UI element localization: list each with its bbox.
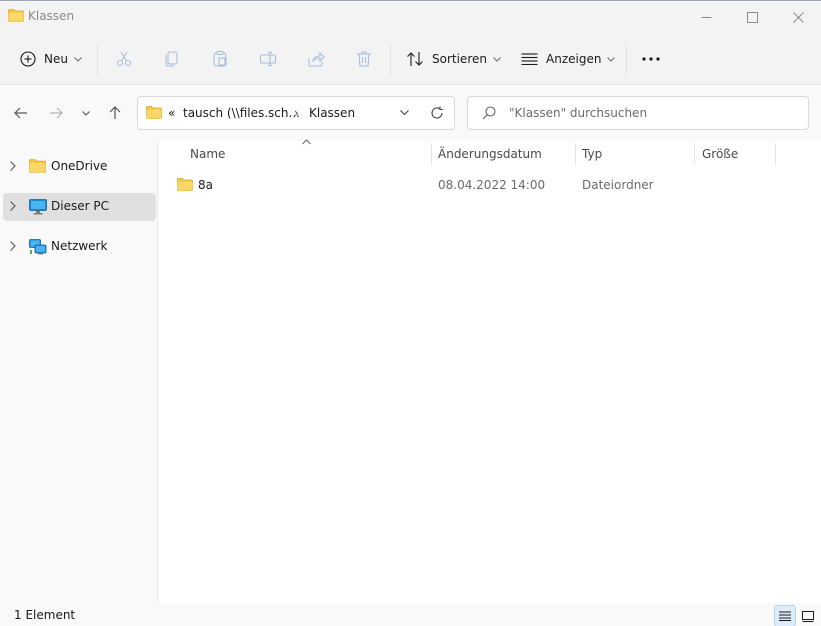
paste-icon	[213, 50, 227, 67]
search-box[interactable]: "Klassen" durchsuchen	[467, 96, 809, 130]
arrow-right-icon	[50, 107, 63, 119]
title-bar[interactable]: Klassen	[0, 1, 821, 33]
chevron-right-icon[interactable]	[10, 161, 16, 171]
maximize-icon	[746, 11, 758, 23]
maximize-button[interactable]	[729, 1, 775, 33]
share-button[interactable]	[307, 43, 325, 75]
item-count: 1 Element	[14, 608, 76, 622]
folder-icon	[8, 9, 24, 22]
file-type: Dateiordner	[582, 178, 654, 192]
command-bar: Neu Sortieren Anzeigen	[0, 33, 821, 85]
tiles-view-icon	[802, 610, 814, 622]
column-divider[interactable]	[775, 143, 776, 165]
breadcrumb-item-tausch[interactable]: tausch (\\files.sch...	[183, 106, 300, 120]
toolbar-separator	[97, 45, 98, 75]
new-button[interactable]: Neu	[20, 43, 82, 75]
details-view-icon	[779, 611, 791, 621]
share-icon	[308, 51, 325, 67]
arrow-up-icon	[109, 106, 121, 119]
paste-button[interactable]	[211, 43, 229, 75]
folder-icon	[177, 178, 193, 191]
plus-circle-icon	[20, 51, 36, 67]
chevron-down-icon	[74, 56, 82, 62]
toolbar-separator	[390, 45, 391, 75]
delete-button[interactable]	[355, 43, 373, 75]
chevron-down-icon	[82, 110, 90, 116]
file-modified: 08.04.2022 14:00	[438, 178, 546, 192]
copy-button[interactable]	[163, 43, 181, 75]
minimize-button[interactable]	[683, 1, 729, 33]
sort-icon	[407, 52, 423, 66]
new-button-label: Neu	[44, 52, 68, 66]
folder-icon	[146, 106, 162, 119]
search-icon	[482, 106, 496, 120]
sidebar-item-dieser-pc[interactable]: Dieser PC	[3, 193, 156, 221]
status-bar: 1 Element	[0, 603, 821, 626]
recent-locations-button[interactable]	[74, 102, 98, 124]
file-row[interactable]: 8a 08.04.2022 14:00 Dateiordner	[171, 173, 811, 197]
window-title: Klassen	[28, 9, 75, 23]
minimize-icon	[701, 16, 711, 18]
sidebar-item-label: Dieser PC	[51, 199, 109, 213]
forward-button[interactable]	[44, 102, 68, 124]
breadcrumb-separator: ›	[294, 106, 299, 120]
chevron-down-icon	[493, 56, 501, 62]
view-button[interactable]: Anzeigen	[521, 43, 616, 75]
file-name: 8a	[198, 178, 213, 192]
sort-button-label: Sortieren	[432, 52, 487, 66]
column-header-modified[interactable]: Änderungsdatum	[438, 147, 542, 171]
chevron-down-icon[interactable]	[400, 110, 409, 115]
column-header-type[interactable]: Typ	[582, 147, 602, 171]
sort-ascending-icon	[302, 139, 311, 145]
folder-icon	[29, 159, 46, 173]
network-icon	[29, 239, 47, 255]
tiles-view-button[interactable]	[797, 605, 819, 626]
breadcrumb-overflow[interactable]: «	[168, 106, 175, 120]
navigation-row: « tausch (\\files.sch... › Klassen "Klas…	[0, 86, 821, 141]
navigation-pane: OneDrive Dieser PC Netzwerk	[0, 141, 158, 603]
column-header-name[interactable]: Name	[190, 147, 225, 171]
column-divider[interactable]	[694, 143, 695, 165]
view-lines-icon	[521, 53, 538, 65]
breadcrumb-item-klassen[interactable]: Klassen	[309, 106, 355, 120]
column-divider[interactable]	[575, 143, 576, 165]
column-header-size[interactable]: Größe	[702, 147, 738, 171]
monitor-icon	[29, 199, 47, 215]
refresh-icon[interactable]	[430, 106, 444, 120]
chevron-right-icon[interactable]	[10, 241, 16, 251]
back-button[interactable]	[9, 102, 33, 124]
column-divider[interactable]	[431, 143, 432, 165]
rename-button[interactable]	[259, 43, 277, 75]
rename-icon	[259, 51, 277, 67]
file-list: Name Änderungsdatum Typ Größe 8a 08.04.2…	[159, 139, 821, 603]
toolbar-separator	[626, 45, 627, 75]
sidebar-item-netzwerk[interactable]: Netzwerk	[3, 233, 156, 261]
close-button[interactable]	[775, 1, 821, 33]
search-placeholder: "Klassen" durchsuchen	[509, 106, 648, 120]
chevron-right-icon[interactable]	[10, 201, 16, 211]
up-button[interactable]	[103, 102, 127, 124]
more-options-button[interactable]	[641, 43, 661, 75]
copy-icon	[165, 51, 178, 67]
close-icon	[792, 11, 804, 23]
cut-button[interactable]	[115, 43, 133, 75]
explorer-window: Klassen Neu Sortieren Anzeigen « tausch …	[0, 0, 821, 626]
address-bar[interactable]: « tausch (\\files.sch... › Klassen	[137, 96, 455, 130]
ellipsis-icon	[642, 57, 660, 61]
sidebar-item-label: Netzwerk	[51, 239, 108, 253]
delete-icon	[357, 51, 371, 67]
arrow-left-icon	[14, 107, 27, 119]
view-button-label: Anzeigen	[546, 52, 602, 66]
sidebar-item-onedrive[interactable]: OneDrive	[3, 153, 156, 181]
sort-button[interactable]: Sortieren	[406, 43, 501, 75]
cut-icon	[116, 51, 132, 67]
details-view-button[interactable]	[774, 605, 796, 626]
sidebar-item-label: OneDrive	[51, 159, 108, 173]
chevron-down-icon	[607, 56, 616, 62]
